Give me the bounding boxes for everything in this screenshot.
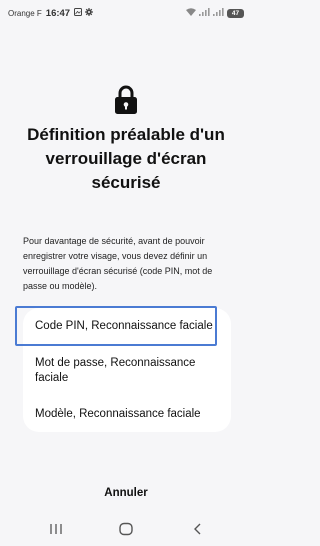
description-text: Pour davantage de sécurité, avant de pou… [23, 236, 213, 291]
navigation-bar [0, 516, 252, 542]
page-title: Définition préalable d'un verrouillage d… [27, 125, 225, 192]
battery-icon: 47 [227, 8, 244, 18]
home-icon[interactable] [118, 522, 134, 536]
cancel-button[interactable]: Annuler [0, 487, 252, 499]
clock: 16:47 [45, 7, 71, 19]
carrier-name: Orange F [8, 8, 42, 18]
gear-icon [85, 8, 94, 18]
signal-icon [199, 8, 210, 18]
option-password-face[interactable]: Mot de passe, Reconnaissance faciale [23, 344, 231, 396]
status-bar: Orange F 16:47 47 [0, 0, 252, 26]
option-label: Code PIN, Reconnaissance faciale [35, 320, 213, 332]
wifi-icon [186, 8, 196, 18]
signal-icon [213, 8, 224, 18]
screen: Orange F 16:47 47 Définition préalable d… [0, 0, 252, 546]
back-icon[interactable] [190, 522, 206, 536]
recents-icon[interactable] [48, 522, 64, 536]
lock-icon [115, 85, 137, 114]
option-pin-face[interactable]: Code PIN, Reconnaissance faciale [23, 308, 231, 344]
option-pattern-face[interactable]: Modèle, Reconnaissance faciale [23, 396, 231, 432]
option-label: Modèle, Reconnaissance faciale [35, 408, 201, 420]
status-icons: 47 [186, 8, 244, 18]
lock-type-list: Code PIN, Reconnaissance faciale Mot de … [23, 308, 231, 432]
image-icon [74, 8, 83, 18]
option-label: Mot de passe, Reconnaissance faciale [35, 357, 196, 384]
